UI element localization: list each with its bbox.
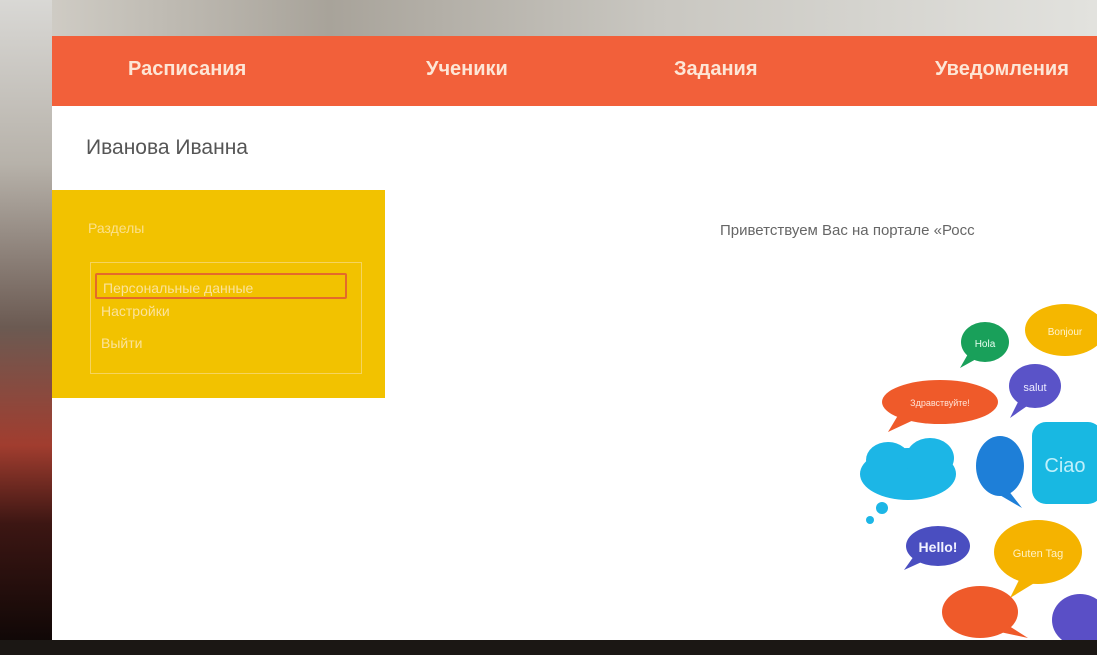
nav-item-students[interactable]: Ученики [426, 58, 508, 81]
svg-text:Guten Tag: Guten Tag [1013, 548, 1064, 560]
nav-item-notifications[interactable]: Уведомления [935, 58, 1069, 81]
bubble-cyan-right: Ciao [1032, 422, 1097, 504]
user-name: Иванова Иванна [86, 136, 248, 159]
sidebar-panel: Разделы Персональные данные Настройки Вы… [52, 190, 385, 398]
svg-text:Hola: Hola [975, 339, 996, 350]
bubble-purple: salut [1009, 364, 1061, 418]
bubble-blue-drop [976, 436, 1024, 508]
bubble-yellow-top: Bonjour [1025, 304, 1097, 356]
bubble-green: Hola [960, 322, 1009, 368]
svg-text:salut: salut [1023, 382, 1046, 394]
bubble-cloud-cyan [860, 438, 956, 524]
bubble-yellow-bottom: Guten Tag [994, 520, 1082, 598]
sidebar-item-personal-data[interactable]: Персональные данные [95, 273, 347, 299]
bubble-orange: Здравствуйте! [882, 380, 998, 432]
top-navigation: Расписания Ученики Задания Уведомления [52, 36, 1097, 106]
svg-text:Ciao: Ciao [1044, 455, 1085, 477]
screen-bezel-bottom [0, 640, 1097, 655]
speech-bubbles-illustration: Hola Bonjour Здравствуйте! salut Ciao He… [860, 304, 1097, 640]
screen-bezel-left [0, 0, 52, 655]
sidebar-title: Разделы [88, 220, 145, 236]
svg-text:Здравствуйте!: Здравствуйте! [910, 398, 970, 408]
bubble-purple-bottom [1052, 594, 1097, 640]
screen-bezel-top [0, 0, 1097, 36]
svg-text:Bonjour: Bonjour [1048, 327, 1083, 338]
sidebar-menu: Персональные данные Настройки Выйти [90, 262, 362, 374]
svg-text:Hello!: Hello! [919, 539, 958, 555]
nav-item-schedules[interactable]: Расписания [128, 58, 246, 81]
sidebar-item-logout[interactable]: Выйти [101, 335, 142, 351]
nav-item-assignments[interactable]: Задания [674, 58, 758, 81]
welcome-message: Приветствуем Вас на портале «Росс [720, 222, 975, 239]
browser-screen: Расписания Ученики Задания Уведомления И… [52, 36, 1097, 640]
bubble-hello: Hello! [904, 526, 970, 570]
sidebar-item-settings[interactable]: Настройки [101, 303, 170, 319]
